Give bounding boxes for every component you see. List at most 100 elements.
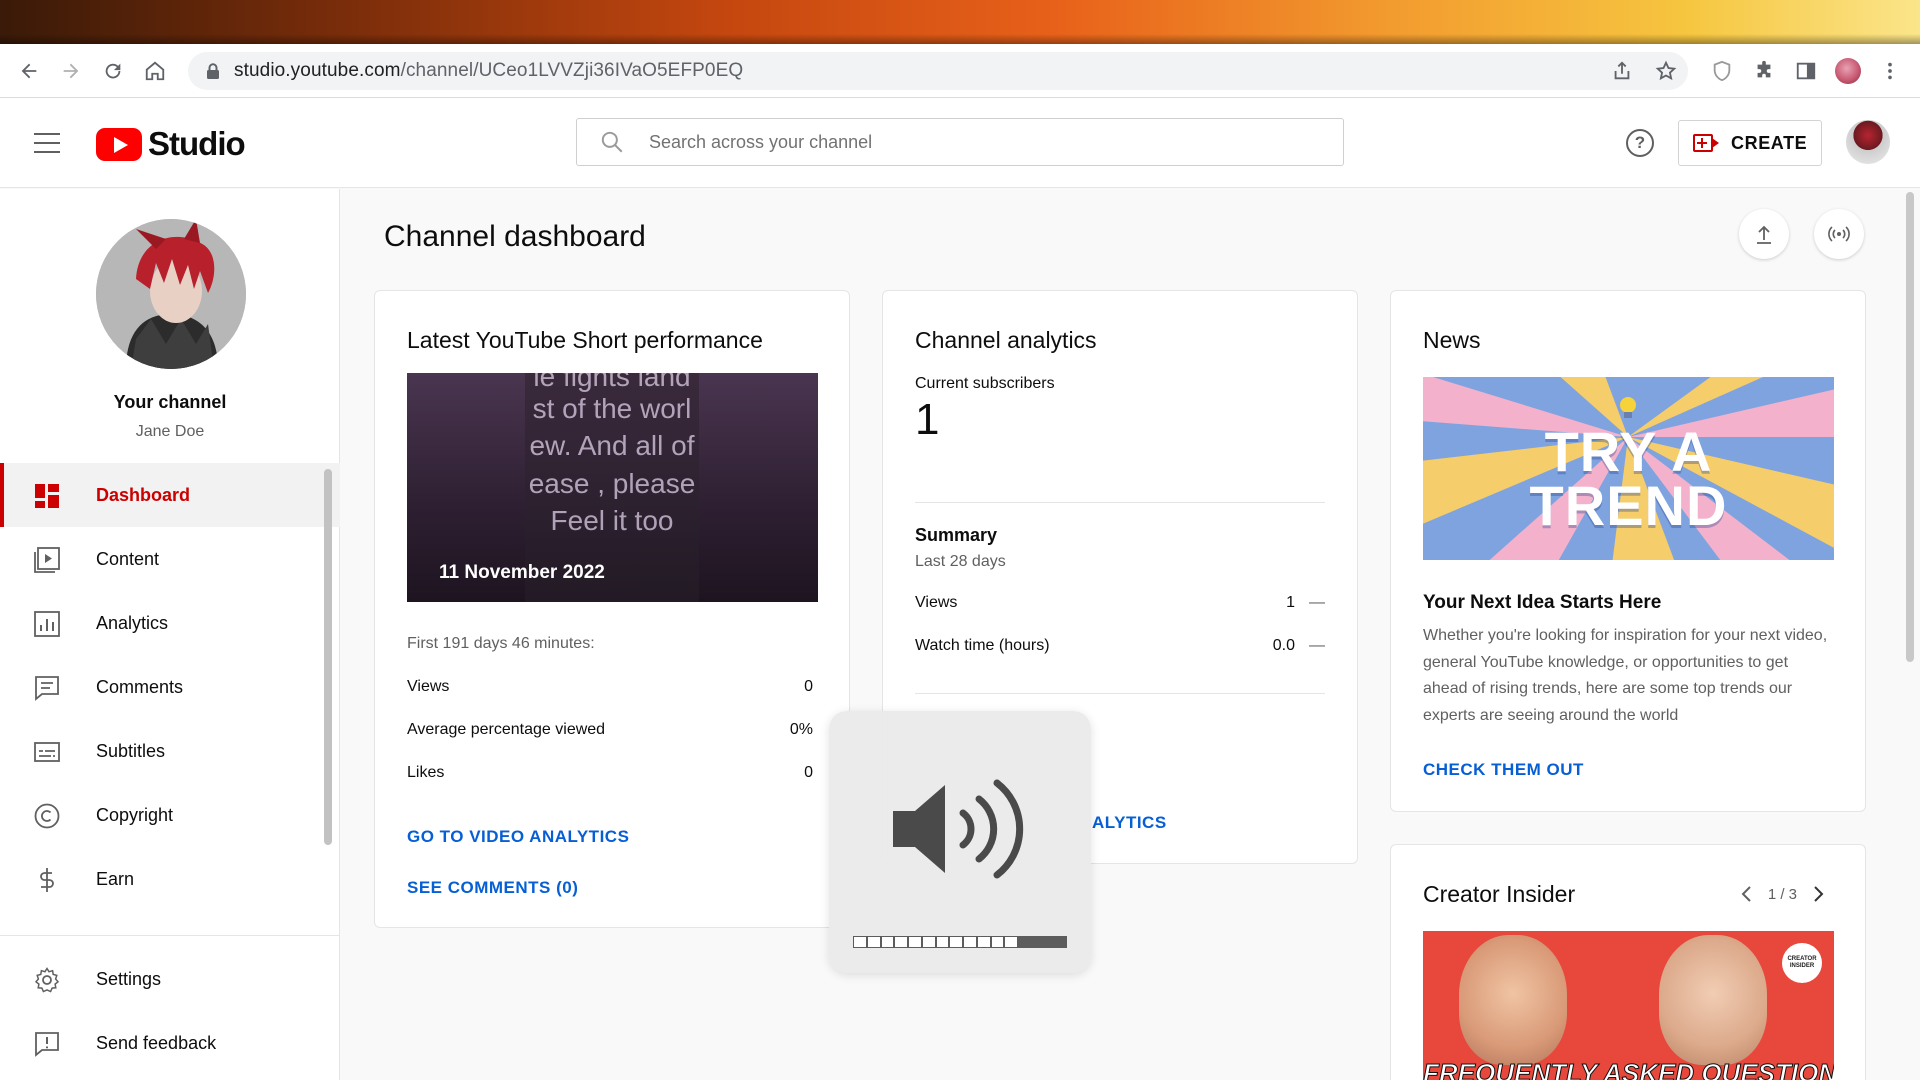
share-button[interactable] [1600, 50, 1644, 92]
go-to-video-analytics-link[interactable]: GO TO VIDEO ANALYTICS [407, 827, 629, 847]
divider [915, 502, 1325, 503]
forward-button[interactable] [50, 50, 92, 92]
host-face [1659, 935, 1767, 1065]
side-panel-button[interactable] [1786, 50, 1826, 92]
sidebar-item-label: Settings [96, 968, 162, 989]
browser-toolbar: studio.youtube.com/channel/UCeo1LVVZji36… [0, 44, 1920, 98]
dashboard-icon [35, 484, 59, 508]
volume-overlay [829, 711, 1091, 973]
performance-period: First 191 days 46 minutes: [407, 635, 595, 652]
create-button[interactable]: CREATE [1678, 120, 1822, 166]
sidebar: Your channel Jane Doe Dashboard Content … [0, 189, 340, 1080]
settings-icon [34, 967, 60, 993]
sidebar-item-earn[interactable]: Earn [0, 847, 340, 911]
account-avatar-button[interactable] [1846, 120, 1890, 164]
creator-insider-thumbnail[interactable]: CREATOR INSIDER FREQUENTLY ASKED QUESTIO… [1423, 931, 1834, 1080]
url-host: studio.youtube.com [234, 60, 401, 81]
create-video-icon [1693, 132, 1719, 154]
go-to-channel-analytics-link[interactable]: ALYTICS [1092, 813, 1167, 833]
thumbnail-caption: FREQUENTLY ASKED QUESTIONS [1423, 1058, 1834, 1080]
browser-menu-button[interactable] [1870, 50, 1910, 92]
subtitles-icon [34, 742, 60, 762]
summary-value: 0.0 [1272, 637, 1295, 654]
kebab-menu-icon [1888, 62, 1892, 80]
bookmark-button[interactable] [1644, 50, 1688, 92]
volume-segment [1042, 937, 1055, 947]
sidebar-item-content[interactable]: Content [0, 527, 340, 591]
content-icon [34, 547, 60, 573]
card-title: Creator Insider [1423, 881, 1576, 907]
summary-label: Views [915, 594, 958, 611]
short-thumbnail[interactable]: le fights land st of the worl ew. And al… [407, 373, 818, 602]
chevron-right-icon[interactable] [1811, 885, 1825, 903]
subscribers-count: 1 [915, 395, 940, 444]
news-image[interactable]: TRY A TREND [1423, 377, 1834, 560]
channel-title: Your channel [113, 392, 227, 412]
sidebar-item-analytics[interactable]: Analytics [0, 591, 340, 655]
forward-arrow-icon [63, 63, 79, 78]
reload-icon [105, 63, 121, 78]
reload-button[interactable] [92, 50, 134, 92]
sidebar-item-label: Subtitles [96, 740, 166, 761]
page-scrollbar[interactable] [1906, 192, 1914, 662]
check-them-out-link[interactable]: CHECK THEM OUT [1423, 760, 1584, 780]
studio-logo-text: Studio [148, 125, 246, 162]
hamburger-menu-button[interactable] [32, 128, 62, 158]
volume-segment [854, 937, 868, 947]
copyright-icon [34, 803, 60, 829]
stat-value: 0 [804, 678, 813, 695]
search-input[interactable] [649, 131, 1269, 153]
upload-button[interactable] [1739, 209, 1789, 259]
stat-label: Average percentage viewed [407, 721, 606, 738]
volume-segment [964, 937, 978, 947]
trend-indicator: — [1309, 637, 1325, 654]
volume-segment [867, 937, 882, 947]
extension-shield-button[interactable] [1702, 50, 1742, 92]
menu-line [34, 133, 60, 135]
search-box [576, 118, 1344, 166]
studio-logo[interactable]: Studio [96, 125, 246, 163]
sidebar-item-comments[interactable]: Comments [0, 655, 340, 719]
channel-avatar[interactable] [96, 219, 246, 369]
back-button[interactable] [8, 50, 50, 92]
chevron-left-icon[interactable] [1740, 885, 1754, 903]
sidebar-item-copyright[interactable]: Copyright [0, 783, 340, 847]
star-icon [1655, 60, 1677, 81]
sidebar-item-subtitles[interactable]: Subtitles [0, 719, 340, 783]
studio-header: Studio ? CREATE [0, 98, 1920, 188]
sidebar-item-dashboard[interactable]: Dashboard [0, 463, 340, 527]
stat-row: Average percentage viewed 0% [407, 721, 813, 739]
divider [915, 693, 1325, 694]
extensions-button[interactable] [1744, 50, 1784, 92]
browser-profile-button[interactable] [1828, 50, 1868, 92]
sidebar-item-send-feedback[interactable]: Send feedback [0, 1011, 340, 1075]
sidebar-scrollbar[interactable] [324, 469, 332, 845]
summary-period: Last 28 days [915, 553, 1006, 570]
channel-name: Jane Doe [135, 423, 205, 440]
card-title: Channel analytics [915, 327, 1097, 353]
see-comments-link[interactable]: SEE COMMENTS (0) [407, 878, 578, 898]
summary-row: Watch time (hours) 0.0 — [915, 637, 1325, 655]
page-title: Channel dashboard [384, 220, 646, 253]
address-bar[interactable]: studio.youtube.com/channel/UCeo1LVVZji36… [188, 52, 1688, 90]
help-button[interactable]: ? [1626, 129, 1654, 157]
creator-insider-card: Creator Insider 1 / 3 CREATOR INSIDER FR… [1390, 844, 1866, 1080]
go-live-button[interactable] [1814, 209, 1864, 259]
stat-row: Views 0 [407, 678, 813, 696]
analytics-icon [34, 611, 60, 637]
sidebar-item-settings[interactable]: Settings [0, 947, 340, 1011]
home-button[interactable] [134, 50, 176, 92]
profile-avatar [1835, 58, 1861, 84]
volume-segment [1030, 937, 1043, 947]
lock-icon [207, 63, 219, 79]
summary-title: Summary [915, 525, 998, 545]
speaker-volume-icon [893, 779, 1024, 879]
window-backdrop [0, 0, 1920, 44]
host-face [1459, 935, 1567, 1065]
news-headline: Your Next Idea Starts Here [1423, 592, 1662, 613]
side-panel-icon [1796, 62, 1816, 80]
create-label: CREATE [1731, 132, 1808, 153]
volume-segment [881, 937, 896, 947]
sidebar-item-label: Earn [96, 868, 135, 889]
short-performance-card: Latest YouTube Short performance le figh… [374, 290, 850, 928]
